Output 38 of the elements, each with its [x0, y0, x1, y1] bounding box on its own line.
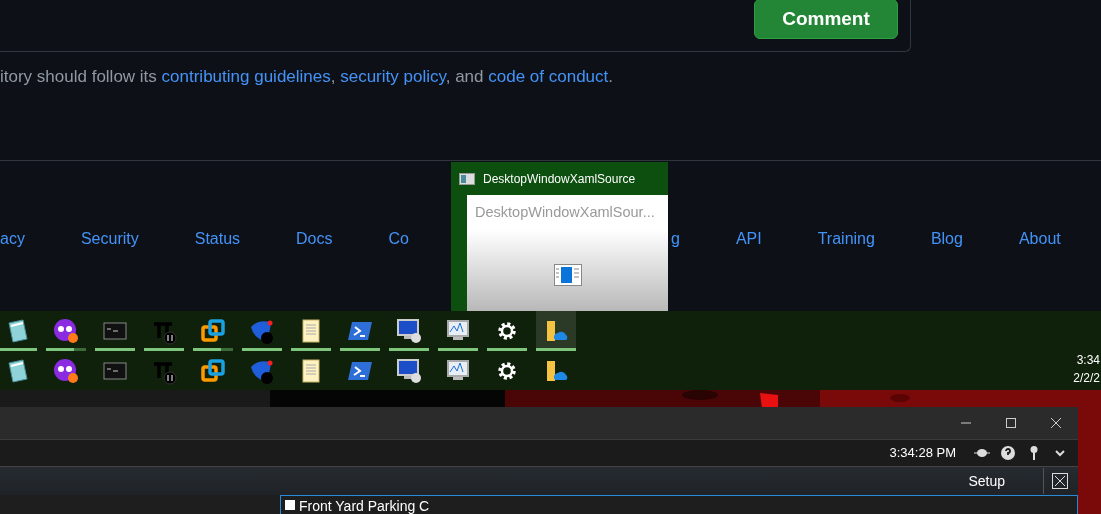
- footer-link[interactable]: Co: [388, 230, 409, 248]
- help-icon[interactable]: [1000, 444, 1016, 461]
- link[interactable]: security policy: [340, 67, 446, 86]
- contributing-note: itory should follow its contributing guidelines, security policy, and code of conduct.: [0, 67, 614, 87]
- setup-button[interactable]: Setup: [962, 471, 1011, 490]
- squares-icon: [199, 317, 227, 345]
- link[interactable]: contributing guidelines: [161, 67, 331, 86]
- mask-icon: [52, 317, 80, 345]
- current-time: 3:34:28 PM: [889, 445, 956, 461]
- footer-link[interactable]: acy: [0, 230, 25, 248]
- camera-title: Front Yard Parking C: [299, 498, 430, 514]
- link[interactable]: code of conduct: [488, 67, 609, 86]
- taskbar-button[interactable]: [536, 311, 576, 351]
- footer-link[interactable]: API: [735, 230, 762, 248]
- computer-icon: [395, 317, 423, 345]
- close-icon[interactable]: [1050, 418, 1061, 428]
- clock-time: 3:34: [1076, 353, 1100, 367]
- comment-button[interactable]: Comment: [754, 0, 898, 39]
- window-icon: [553, 264, 582, 286]
- footer-link[interactable]: Docs: [296, 230, 333, 248]
- footer-link[interactable]: About: [1018, 230, 1061, 248]
- camera-icon: [285, 498, 295, 510]
- camera-view[interactable]: Front Yard Parking C: [280, 495, 1078, 514]
- fullscreen-icon[interactable]: [1052, 472, 1068, 489]
- computer-icon: [395, 357, 423, 385]
- mask-icon: [52, 357, 80, 385]
- footer-link[interactable]: Training: [817, 230, 875, 248]
- footer-link[interactable]: g: [670, 230, 680, 248]
- footer-link[interactable]: Blog: [930, 230, 963, 248]
- preview-title: DesktopWindowXamlSource: [483, 171, 636, 186]
- window-icon: [459, 172, 475, 185]
- clock-date: 2/2/2: [1073, 371, 1100, 385]
- footer-link[interactable]: Security: [80, 230, 139, 248]
- footer-link[interactable]: Status: [194, 230, 241, 248]
- window-preview[interactable]: DesktopWindowXamlSource DesktopWindowXamlSour...: [451, 162, 668, 311]
- maximize-icon[interactable]: [1005, 418, 1016, 428]
- squares-icon: [199, 357, 227, 385]
- preview-caption: DesktopWindowXamlSour...: [475, 204, 655, 220]
